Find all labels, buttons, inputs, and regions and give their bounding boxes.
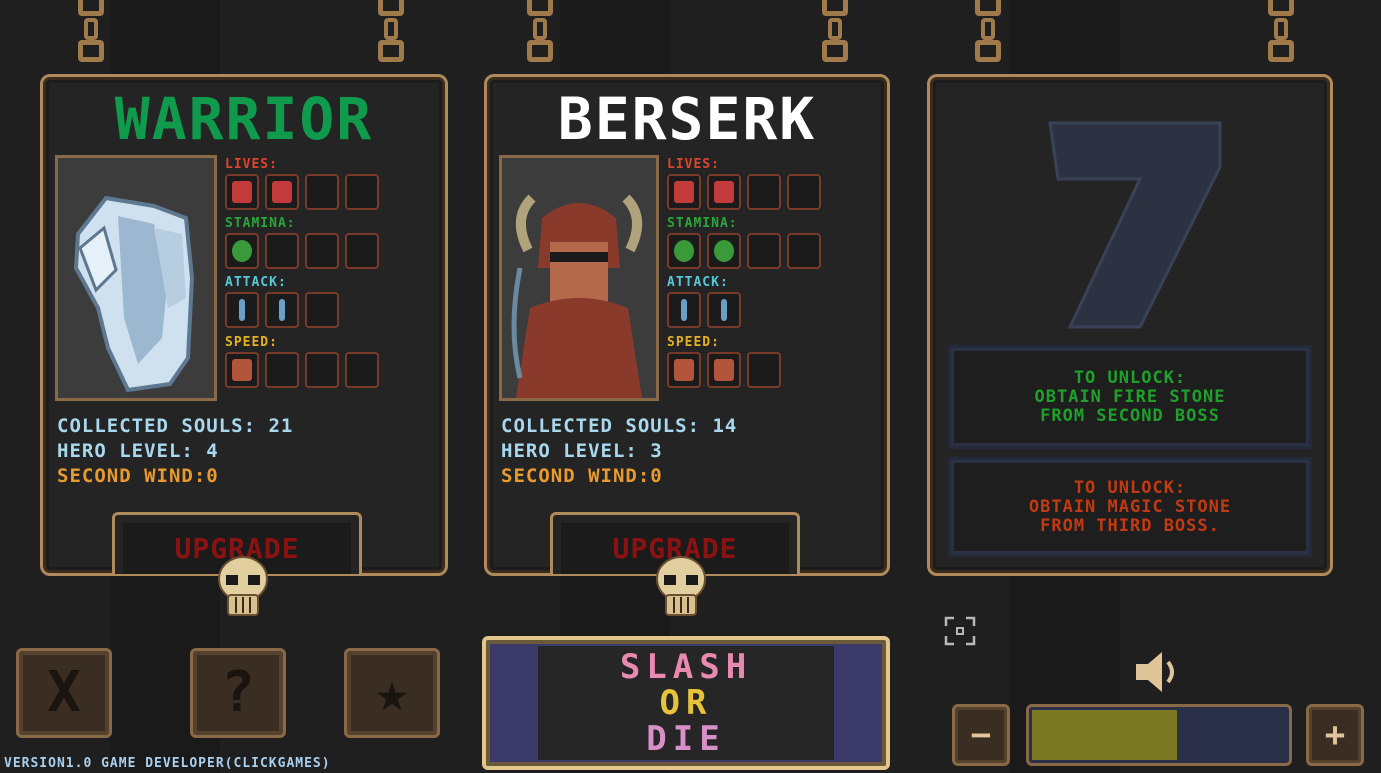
- lives-label: LIVES:: [667, 157, 720, 172]
- unlock-line: FROM THIRD BOSS.: [1040, 515, 1220, 536]
- lives-slot-filled: [667, 174, 701, 210]
- locked-hero-card[interactable]: TO UNLOCK: OBTAIN FIRE STONE FROM SECOND…: [927, 74, 1333, 576]
- stamina-slot-empty: [305, 233, 339, 269]
- hero-level: HERO LEVEL: 4: [57, 440, 219, 462]
- attack-label: ATTACK:: [225, 275, 287, 290]
- lives-slot-empty: [787, 174, 821, 210]
- stamina-slot-empty: [265, 233, 299, 269]
- logo-die: DIE: [646, 719, 726, 759]
- speaker-icon: [1136, 652, 1174, 692]
- unlock-title: TO UNLOCK:: [1073, 477, 1187, 498]
- speed-slot-empty: [345, 352, 379, 388]
- attack-slots: [667, 292, 741, 328]
- logo-or: OR: [659, 683, 713, 723]
- chain-decoration: [378, 0, 404, 74]
- second-wind: SECOND WIND:0: [501, 465, 663, 487]
- hero-portrait: [499, 155, 659, 401]
- minus-icon: −: [970, 715, 992, 755]
- lives-label: LIVES:: [225, 157, 278, 172]
- stamina-slots: [667, 233, 821, 269]
- second-wind: SECOND WIND:0: [57, 465, 219, 487]
- unlock-title: TO UNLOCK:: [1073, 367, 1187, 388]
- lives-slot-filled: [707, 174, 741, 210]
- favorite-button[interactable]: ★: [344, 648, 440, 738]
- volume-level-fill: [1032, 710, 1177, 760]
- speed-slot-filled: [707, 352, 741, 388]
- speed-slot-filled: [225, 352, 259, 388]
- attack-label: ATTACK:: [667, 275, 729, 290]
- lives-slot-empty: [345, 174, 379, 210]
- stamina-slot-empty: [747, 233, 781, 269]
- attack-slot-filled: [225, 292, 259, 328]
- locked-question-mark-icon: [1048, 121, 1222, 329]
- lives-slot-filled: [265, 174, 299, 210]
- speed-slot-empty: [747, 352, 781, 388]
- collected-souls: COLLECTED SOULS: 21: [57, 415, 294, 437]
- speed-slots: [225, 352, 379, 388]
- hero-card-berserk[interactable]: BERSERK LIVES: STAMINA: ATTACK: SPEED: C…: [484, 74, 890, 576]
- hero-name: BERSERK: [557, 85, 817, 153]
- armor-icon: [58, 158, 214, 398]
- lives-slots: [225, 174, 379, 210]
- stamina-label: STAMINA:: [667, 216, 738, 231]
- attack-slot-empty: [305, 292, 339, 328]
- speed-label: SPEED:: [225, 335, 278, 350]
- question-icon: ?: [221, 660, 255, 725]
- hero-level: HERO LEVEL: 3: [501, 440, 663, 462]
- fullscreen-icon[interactable]: [944, 616, 976, 646]
- chain-decoration: [78, 0, 104, 74]
- hero-name: WARRIOR: [114, 85, 374, 153]
- hero-card-warrior[interactable]: WARRIOR LIVES: STAMINA: ATTACK: SPEED: C…: [40, 74, 448, 576]
- lives-slot-filled: [225, 174, 259, 210]
- hero-portrait: [55, 155, 217, 401]
- unlock-requirement-fire-stone: TO UNLOCK: OBTAIN FIRE STONE FROM SECOND…: [948, 345, 1312, 449]
- stamina-slot-filled: [667, 233, 701, 269]
- stamina-slot-empty: [345, 233, 379, 269]
- help-button[interactable]: ?: [190, 648, 286, 738]
- speed-slot-empty: [265, 352, 299, 388]
- speed-label: SPEED:: [667, 335, 720, 350]
- stamina-slot-filled: [225, 233, 259, 269]
- attack-slot-filled: [707, 292, 741, 328]
- unlock-line: OBTAIN MAGIC STONE: [1028, 496, 1232, 517]
- speed-slot-empty: [305, 352, 339, 388]
- unlock-line: FROM SECOND BOSS: [1040, 405, 1220, 426]
- chain-decoration: [975, 0, 1001, 74]
- collected-souls: COLLECTED SOULS: 14: [501, 415, 738, 437]
- attack-slot-filled: [265, 292, 299, 328]
- lives-slot-empty: [747, 174, 781, 210]
- unlock-requirement-magic-stone: TO UNLOCK: OBTAIN MAGIC STONE FROM THIRD…: [948, 457, 1312, 557]
- stamina-slot-filled: [707, 233, 741, 269]
- chain-decoration: [527, 0, 553, 74]
- volume-up-button[interactable]: +: [1306, 704, 1364, 766]
- star-icon: ★: [375, 660, 409, 725]
- stamina-slots: [225, 233, 379, 269]
- attack-slot-filled: [667, 292, 701, 328]
- attack-slots: [225, 292, 339, 328]
- lives-slots: [667, 174, 821, 210]
- skull-icon: [218, 556, 268, 616]
- close-button[interactable]: X: [16, 648, 112, 738]
- logo-slash: SLASH: [619, 647, 753, 687]
- berserker-portrait-icon: [502, 158, 656, 398]
- footer-version: VERSION1.0 GAME DEVELOPER(CLICKGAMES): [4, 756, 331, 771]
- volume-slider[interactable]: [1026, 704, 1292, 766]
- chain-decoration: [822, 0, 848, 74]
- speed-slot-filled: [667, 352, 701, 388]
- volume-down-button[interactable]: −: [952, 704, 1010, 766]
- close-icon: X: [47, 660, 81, 725]
- game-logo: SLASH OR DIE: [482, 636, 890, 770]
- chain-decoration: [1268, 0, 1294, 74]
- unlock-line: OBTAIN FIRE STONE: [1034, 386, 1226, 407]
- skull-icon: [656, 556, 706, 616]
- speed-slots: [667, 352, 781, 388]
- stamina-label: STAMINA:: [225, 216, 296, 231]
- plus-icon: +: [1324, 715, 1346, 755]
- lives-slot-empty: [305, 174, 339, 210]
- stamina-slot-empty: [787, 233, 821, 269]
